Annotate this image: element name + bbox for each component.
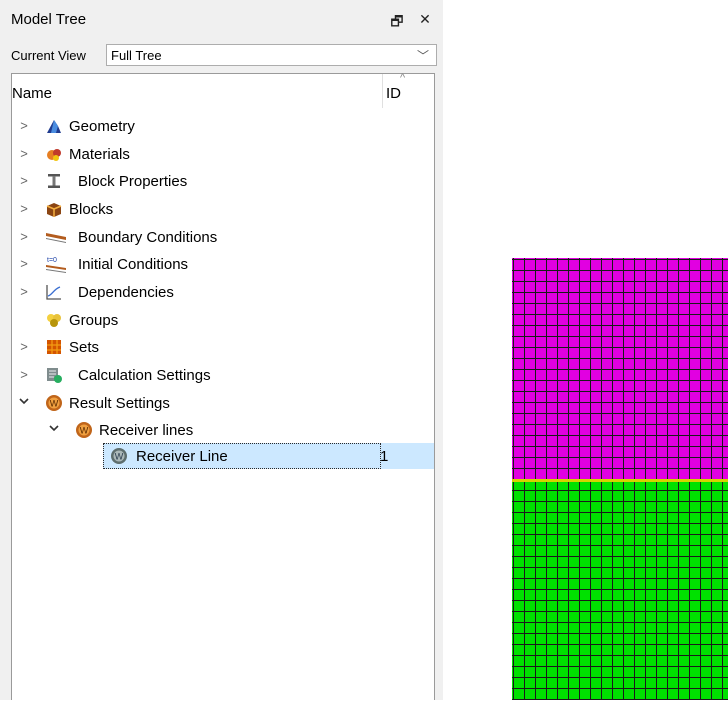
chevron-down-icon[interactable] — [18, 395, 30, 410]
svg-text:t=0: t=0 — [47, 257, 57, 264]
tree-item-initial-conditions[interactable]: > t=0 Initial Conditions — [12, 251, 434, 278]
tree-item-label: Initial Conditions — [78, 256, 189, 273]
dependencies-icon — [45, 283, 63, 301]
current-view-value: Full Tree — [111, 48, 162, 63]
receiver-line-icon: W — [110, 447, 128, 465]
svg-text:W: W — [50, 399, 59, 409]
panel-titlebar: Model Tree 🗗 ✕ — [0, 0, 443, 40]
tree-item-result-settings[interactable]: W Result Settings — [12, 390, 434, 417]
calculation-settings-icon — [45, 366, 63, 384]
svg-text:W: W — [80, 426, 89, 436]
groups-icon — [45, 311, 63, 329]
tree-item-id: 1 — [380, 448, 389, 465]
tree-item-receiver-line[interactable]: W Receiver Line 1 — [12, 442, 434, 469]
chevron-right-icon[interactable]: > — [18, 284, 30, 299]
tree-item-calculation-settings[interactable]: > Calculation Settings — [12, 362, 434, 389]
chevron-right-icon[interactable]: > — [18, 118, 30, 133]
tree-item-materials[interactable]: > Materials — [12, 141, 434, 168]
geometry-icon — [45, 117, 63, 135]
tree-item-label: Receiver Line — [136, 448, 228, 465]
panel-title: Model Tree — [11, 11, 87, 28]
chevron-down-icon[interactable] — [48, 422, 60, 437]
chevron-right-icon[interactable]: > — [18, 146, 30, 161]
chevron-right-icon[interactable]: > — [18, 229, 30, 244]
tree-item-label: Geometry — [69, 118, 135, 135]
chevron-right-icon[interactable]: > — [18, 367, 30, 382]
tree-item-receiver-lines[interactable]: W Receiver lines — [12, 417, 434, 444]
boundary-conditions-icon — [45, 228, 67, 246]
current-view-dropdown[interactable]: Full Tree ﹀ — [106, 44, 437, 66]
blocks-icon — [45, 200, 63, 218]
tree-item-geometry[interactable]: > Geometry — [12, 113, 434, 140]
chevron-right-icon[interactable]: > — [18, 173, 30, 188]
model-tree[interactable]: Name ID ^ > Geometry > Materials > Block… — [11, 72, 435, 700]
chevron-down-icon: ﹀ — [416, 49, 429, 63]
chevron-right-icon[interactable]: > — [18, 201, 30, 216]
chevron-right-icon[interactable]: > — [18, 339, 30, 354]
mesh-grid[interactable] — [512, 258, 728, 700]
tree-item-dependencies[interactable]: > Dependencies — [12, 279, 434, 306]
current-view-row: Current View Full Tree ﹀ — [0, 44, 443, 68]
tree-item-label: Boundary Conditions — [78, 229, 218, 246]
tree-item-label: Blocks — [69, 201, 114, 218]
tree-item-blocks[interactable]: > Blocks — [12, 196, 434, 223]
materials-icon — [45, 145, 63, 163]
mesh-interface-line — [512, 479, 728, 482]
tree-item-boundary-conditions[interactable]: > Boundary Conditions — [12, 224, 434, 251]
tree-item-label: Receiver lines — [99, 422, 194, 439]
tree-item-label: Dependencies — [78, 284, 174, 301]
receiver-lines-icon: W — [75, 421, 93, 439]
block-properties-icon — [45, 172, 63, 190]
result-settings-icon: W — [45, 394, 63, 412]
close-icon[interactable]: ✕ — [416, 11, 434, 28]
tree-item-label: Sets — [69, 339, 100, 356]
tree-item-label: Materials — [69, 146, 130, 163]
model-tree-panel: Model Tree 🗗 ✕ Current View Full Tree ﹀ … — [0, 0, 443, 700]
initial-conditions-icon: t=0 — [45, 255, 67, 273]
restore-window-icon[interactable]: 🗗 — [388, 11, 406, 35]
tree-header: Name ID ^ — [12, 72, 434, 108]
current-view-label: Current View — [11, 48, 86, 63]
column-header-id[interactable]: ID — [386, 85, 401, 102]
column-separator[interactable] — [382, 74, 383, 108]
tree-item-block-properties[interactable]: > Block Properties — [12, 168, 434, 195]
tree-item-groups[interactable]: Groups — [12, 307, 434, 334]
sets-icon — [45, 338, 63, 356]
column-header-name[interactable]: Name — [12, 85, 52, 102]
chevron-right-icon[interactable]: > — [18, 256, 30, 271]
tree-item-label: Result Settings — [69, 395, 170, 412]
svg-text:W: W — [115, 452, 124, 462]
tree-item-label: Calculation Settings — [78, 367, 211, 384]
tree-item-sets[interactable]: > Sets — [12, 334, 434, 361]
tree-item-label: Groups — [69, 312, 119, 329]
mesh-viewport[interactable] — [512, 258, 728, 700]
tree-item-label: Block Properties — [78, 173, 188, 190]
sort-up-icon: ^ — [400, 72, 406, 84]
